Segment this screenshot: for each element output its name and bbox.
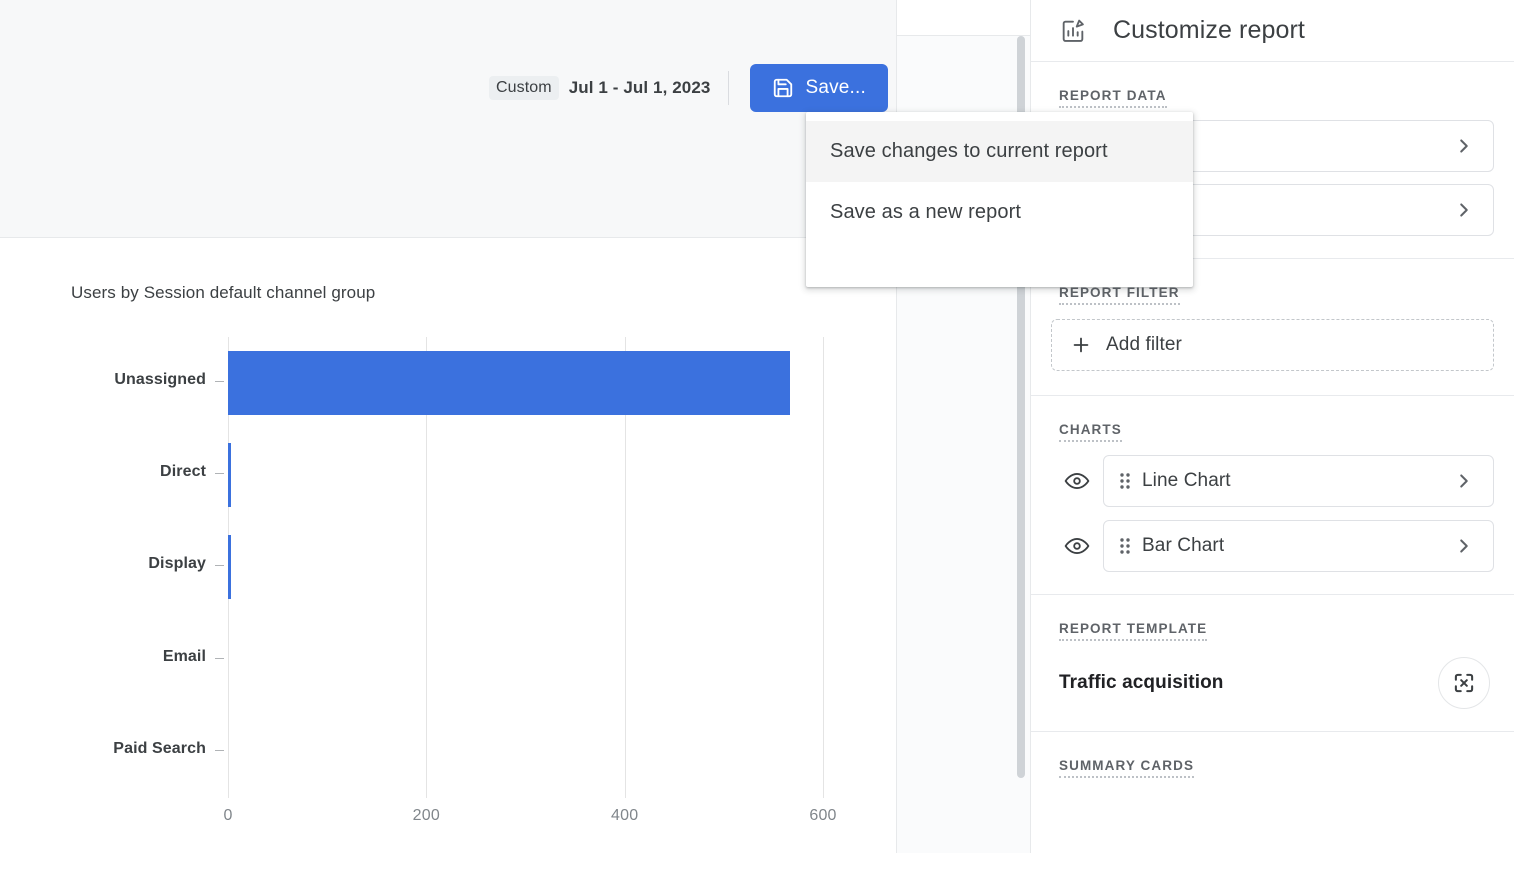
chart-y-axis-label: Paid Search: [113, 739, 206, 757]
section-summary-cards: SUMMARY CARDS: [1031, 732, 1514, 778]
chart-x-axis-label: 200: [412, 807, 440, 824]
report-data-label: REPORT DATA: [1059, 88, 1167, 108]
chevron-right-icon: [1453, 470, 1493, 492]
eye-visibility-icon[interactable]: [1051, 533, 1103, 559]
toolbar-divider: [728, 71, 730, 105]
report-template-heading-wrap: REPORT TEMPLATE: [1051, 595, 1494, 641]
panel-header: Customize report: [1031, 0, 1514, 62]
plus-icon: [1070, 334, 1092, 356]
charts-label: CHARTS: [1059, 422, 1122, 442]
chart-y-axis-tick: [215, 473, 224, 475]
chevron-right-icon: [1453, 135, 1493, 157]
scroll-region-header: [897, 0, 1031, 36]
main-content-area: Custom Jul 1 - Jul 1, 2023 Save... Users…: [0, 0, 896, 853]
chart-y-axis-tick: [215, 657, 224, 659]
menu-item-save-changes-label: Save changes to current report: [830, 140, 1108, 162]
chart-x-axis-label: 0: [223, 807, 233, 824]
save-dropdown-menu: Save changes to current report Save as a…: [806, 112, 1193, 287]
chart-y-axis-label: Direct: [160, 463, 206, 481]
chart-category-row: Email: [163, 614, 823, 706]
report-template-name: Traffic acquisition: [1059, 672, 1224, 693]
report-template-row: Traffic acquisition: [1051, 641, 1494, 731]
charts-heading-wrap: CHARTS: [1051, 396, 1494, 442]
report-data-heading-wrap: REPORT DATA: [1051, 62, 1494, 108]
add-filter-label: Add filter: [1106, 334, 1182, 355]
floppy-disk-icon: [772, 77, 794, 99]
chart-category-row: Direct: [160, 429, 823, 521]
drag-handle-icon[interactable]: [1104, 535, 1142, 557]
edit-report-icon: [1059, 17, 1087, 45]
chart-y-axis-label: Display: [148, 555, 206, 573]
customize-report-screen: Custom Jul 1 - Jul 1, 2023 Save... Users…: [0, 0, 1514, 870]
chart-bar[interactable]: [228, 535, 231, 600]
chart-item-line-chart: Line Chart: [1051, 455, 1494, 507]
report-filter-label: REPORT FILTER: [1059, 285, 1180, 305]
chevron-right-icon: [1453, 535, 1493, 557]
chart-card-bar-chart-label: Bar Chart: [1142, 535, 1225, 556]
chart-category-row: Paid Search: [113, 706, 823, 798]
chart-card-line-chart-label: Line Chart: [1142, 470, 1231, 491]
report-template-label: REPORT TEMPLATE: [1059, 621, 1208, 641]
chart-plot-area: Unassigned Direct Display Email Paid Search 0…: [113, 337, 836, 824]
summary-cards-label: SUMMARY CARDS: [1059, 758, 1195, 778]
menu-item-save-changes[interactable]: Save changes to current report: [806, 121, 1193, 182]
date-and-save-controls: Custom Jul 1 - Jul 1, 2023 Save...: [488, 64, 888, 112]
section-charts: CHARTS Line Chart Bar Chart: [1031, 396, 1514, 594]
eye-visibility-icon[interactable]: [1051, 468, 1103, 494]
save-button-label: Save...: [805, 77, 866, 98]
chevron-right-icon: [1453, 199, 1493, 221]
chart-y-axis-tick: [215, 565, 224, 567]
chart-category-row: Display: [148, 521, 823, 613]
bar-chart-card: Users by Session default channel group U…: [0, 238, 896, 853]
chart-bar[interactable]: [228, 443, 231, 508]
unlink-template-icon[interactable]: [1438, 657, 1490, 709]
drag-handle-icon[interactable]: [1104, 470, 1142, 492]
chart-item-bar-chart: Bar Chart: [1051, 520, 1494, 572]
chart-title: Users by Session default channel group: [71, 283, 376, 302]
chart-x-axis-label: 600: [809, 807, 837, 824]
panel-title: Customize report: [1113, 16, 1305, 44]
summary-cards-heading-wrap: SUMMARY CARDS: [1051, 732, 1494, 778]
chart-card-bar-chart[interactable]: Bar Chart: [1103, 520, 1494, 572]
chart-gridline: [823, 337, 824, 798]
chart-y-axis-label: Unassigned: [114, 371, 206, 388]
chart-x-axis-label: 400: [611, 807, 639, 824]
chart-category-row: Unassigned: [114, 337, 823, 429]
chart-bar[interactable]: [228, 351, 791, 415]
section-report-template: REPORT TEMPLATE Traffic acquisition: [1031, 595, 1514, 731]
chart-y-axis-tick: [215, 381, 224, 382]
menu-item-save-as-new[interactable]: Save as a new report: [806, 182, 1193, 243]
add-filter-button[interactable]: Add filter: [1051, 319, 1494, 371]
date-range-type-chip[interactable]: Custom: [488, 76, 559, 100]
chart-y-axis-label: Email: [162, 647, 206, 665]
date-range-label[interactable]: Jul 1 - Jul 1, 2023: [569, 78, 711, 98]
chart-card-line-chart[interactable]: Line Chart: [1103, 455, 1494, 507]
save-button[interactable]: Save...: [750, 64, 888, 112]
report-top-bar: Custom Jul 1 - Jul 1, 2023 Save...: [0, 0, 896, 238]
menu-item-save-as-new-label: Save as a new report: [830, 201, 1021, 223]
chart-y-axis-tick: [215, 749, 224, 751]
